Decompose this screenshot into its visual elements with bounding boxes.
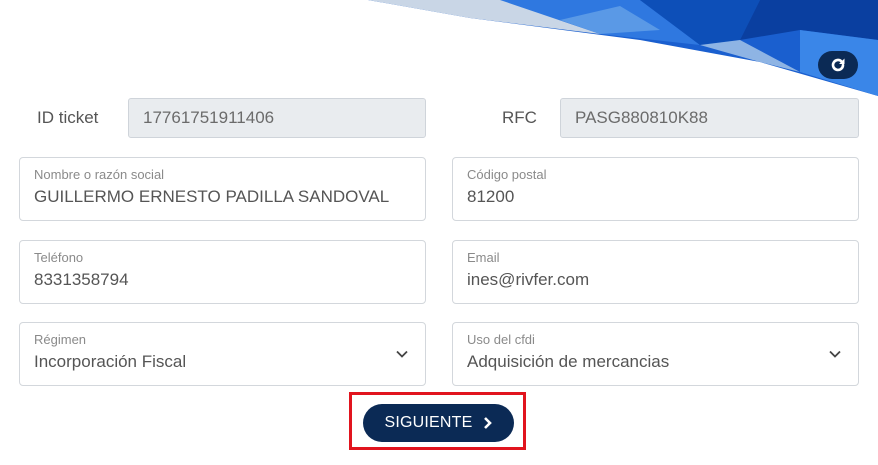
codigo-postal-label: Código postal [467,167,547,182]
refresh-button[interactable] [818,51,858,79]
email-value[interactable]: ines@rivfer.com [467,268,844,292]
email-label: Email [467,250,500,265]
nombre-label: Nombre o razón social [34,167,165,182]
uso-cfdi-value[interactable]: Adquisición de mercancias [467,350,844,374]
telefono-value[interactable]: 8331358794 [34,268,411,292]
regimen-value[interactable]: Incorporación Fiscal [34,350,411,374]
header-banner [368,0,878,96]
regimen-select[interactable]: Régimen Incorporación Fiscal [19,322,426,386]
telefono-field[interactable]: Teléfono 8331358794 [19,240,426,304]
ticket-label: ID ticket [37,108,99,127]
telefono-label: Teléfono [34,250,84,265]
chevron-down-icon[interactable] [395,347,409,361]
codigo-postal-value[interactable]: 81200 [467,185,844,209]
nombre-value[interactable]: GUILLERMO ERNESTO PADILLA SANDOVAL [34,185,411,209]
refresh-icon [831,58,845,72]
codigo-postal-field[interactable]: Código postal 81200 [452,157,859,221]
rfc-field: PASG880810K88 [560,98,859,138]
uso-cfdi-select[interactable]: Uso del cfdi Adquisición de mercancias [452,322,859,386]
nombre-field[interactable]: Nombre o razón social GUILLERMO ERNESTO … [19,157,426,221]
siguiente-label: SIGUIENTE [384,414,473,431]
chevron-right-icon [483,417,492,429]
uso-cfdi-label: Uso del cfdi [467,332,535,347]
rfc-label: RFC [502,108,537,127]
siguiente-button[interactable]: SIGUIENTE [363,404,514,442]
email-field[interactable]: Email ines@rivfer.com [452,240,859,304]
ticket-field: 17761751911406 [128,98,426,138]
regimen-label: Régimen [34,332,87,347]
chevron-down-icon[interactable] [828,347,842,361]
